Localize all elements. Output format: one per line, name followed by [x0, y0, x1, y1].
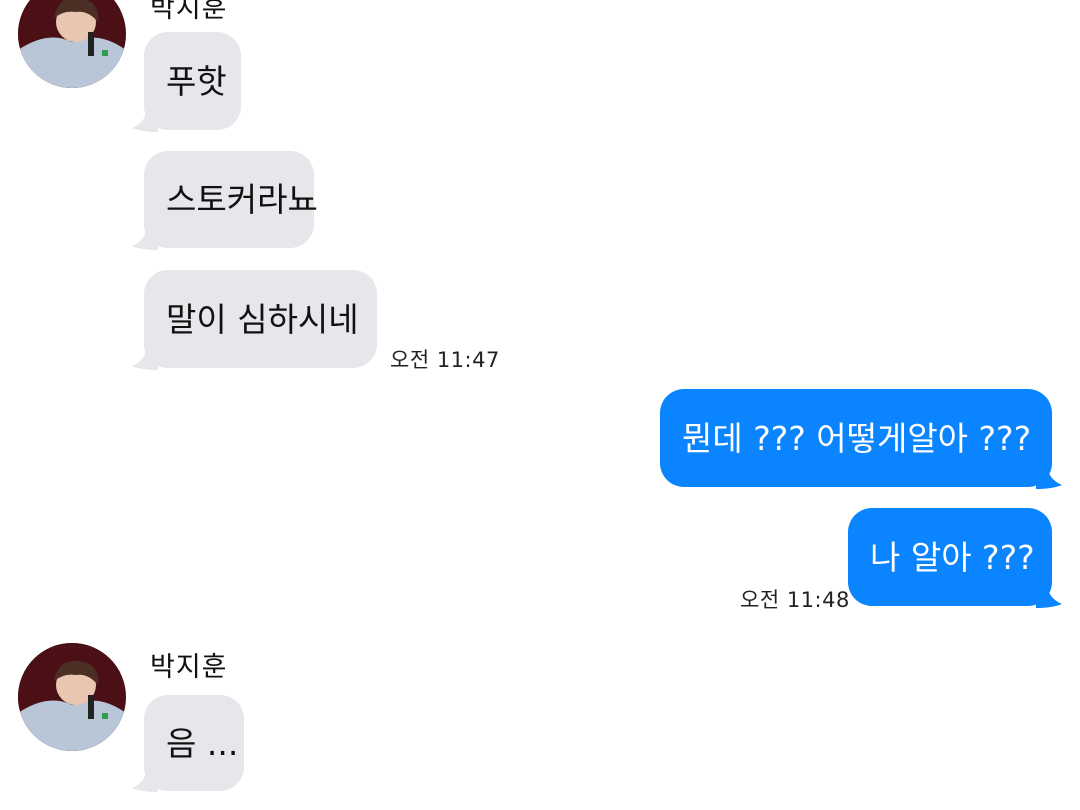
- incoming-message[interactable]: 스토커라뇨: [144, 151, 318, 248]
- incoming-message[interactable]: 음 ...: [144, 695, 244, 791]
- message-timestamp: 오전 11:48: [740, 588, 850, 612]
- message-timestamp: 오전 11:47: [390, 348, 500, 372]
- bubble-tail: [1036, 586, 1062, 608]
- incoming-message[interactable]: 말이 심하시네: [144, 270, 377, 368]
- sender-name: 박지훈: [150, 652, 228, 683]
- contact-avatar[interactable]: [18, 643, 126, 751]
- avatar-photo-icon: [18, 643, 126, 751]
- bubble-tail: [1036, 467, 1062, 489]
- outgoing-message[interactable]: 나 알아 ???: [848, 508, 1052, 606]
- incoming-message[interactable]: 푸핫: [144, 32, 241, 130]
- chat-thread: 박지훈 푸핫 스토커라뇨 말이 심하시네 오전 11:47 뭔데 ??? 어떻게…: [0, 0, 1080, 810]
- outgoing-message[interactable]: 뭔데 ??? 어떻게알아 ???: [660, 389, 1052, 487]
- sender-name-top: 박지훈: [150, 0, 228, 24]
- contact-avatar[interactable]: [18, 0, 126, 88]
- avatar-photo-icon: [18, 0, 126, 88]
